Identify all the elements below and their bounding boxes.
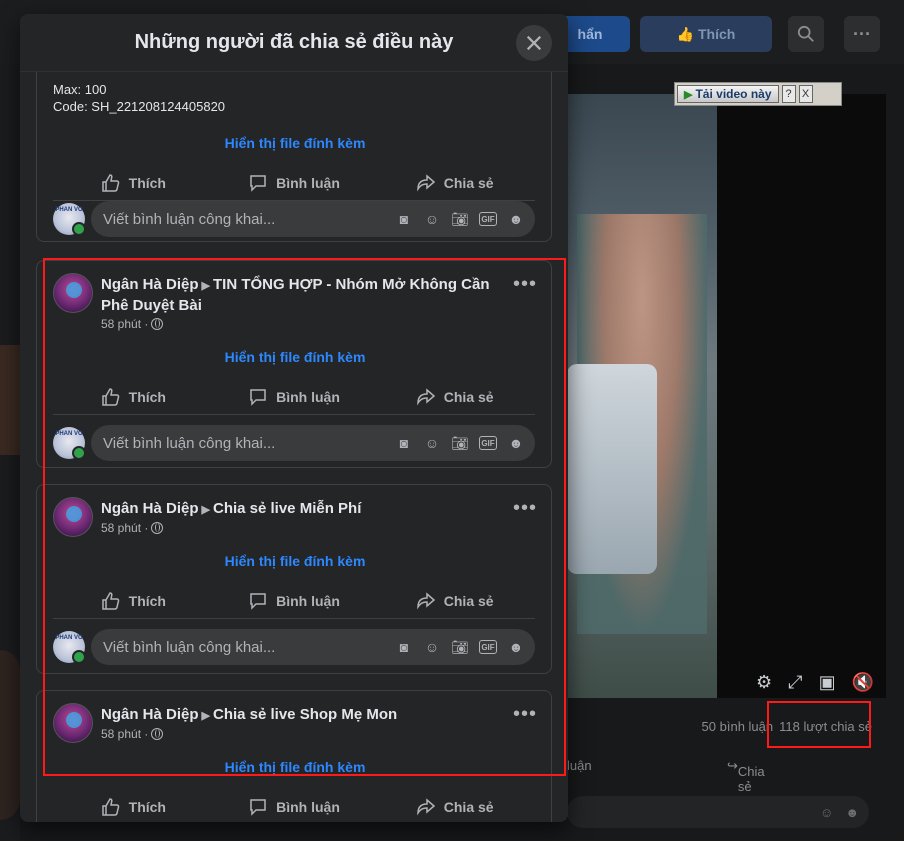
share-icon — [417, 797, 435, 815]
dialog-header: Những người đã chia sẻ điều này — [20, 14, 568, 72]
sticker-icon: ☺ — [820, 804, 834, 820]
emoji-icon[interactable]: ☺ — [423, 210, 441, 228]
fullscreen-icon[interactable]: ⤢ — [788, 672, 802, 693]
share-button[interactable]: Chia sẻ — [374, 165, 535, 200]
post-actions: Thích Bình luận Chia sẻ — [53, 165, 535, 201]
sticker-icon[interactable]: ◙ — [395, 210, 413, 228]
gif-icon[interactable]: GIF — [479, 212, 497, 226]
comment-icon — [250, 798, 266, 816]
like-label: Thích — [128, 174, 166, 191]
comment-input[interactable]: Viết bình luận công khai... ◙ ☺ 📷︎ GIF ☻ — [91, 201, 535, 237]
share-card: Max: 100 Code: SH_221208124405820 Hiển t… — [36, 72, 552, 242]
thumbs-up-icon — [101, 797, 119, 816]
post-actions: Thích Bình luận Chia sẻ — [53, 789, 535, 822]
share-button[interactable]: Chia sẻ — [374, 789, 535, 822]
video-letterbox — [717, 94, 886, 698]
avatar[interactable]: PHAN VO — [53, 203, 86, 236]
download-video-widget: ▶ Tải video này ? X — [674, 82, 842, 106]
comment-label: Bình luận — [276, 174, 340, 191]
post-text-line: Max: 100 — [53, 82, 107, 97]
comment-button[interactable]: Bình luận — [214, 165, 375, 200]
widget-close-button[interactable]: X — [798, 85, 813, 103]
background-search-button[interactable] — [788, 16, 824, 52]
share-icon — [417, 173, 435, 191]
background-left-photo-bottom — [0, 650, 20, 820]
pip-icon[interactable]: ▣ — [819, 672, 836, 693]
video-bottle — [567, 364, 657, 574]
like-button[interactable]: Thích — [53, 165, 214, 200]
close-button[interactable] — [516, 25, 552, 61]
background-more-button[interactable]: ··· — [844, 16, 880, 52]
show-attachment-link[interactable]: Hiển thị file đính kèm — [37, 135, 553, 151]
background-left-photo — [0, 345, 20, 455]
emoji-icon: ☻ — [845, 804, 859, 820]
video-controls: ⚙ ⤢ ▣ 🔇 — [567, 666, 886, 698]
like-button[interactable]: Thích — [53, 789, 214, 822]
more-icon: ··· — [853, 23, 871, 44]
background-like-label: Thích — [697, 26, 736, 42]
camera-icon[interactable]: 📷︎ — [451, 210, 469, 228]
mute-icon[interactable]: 🔇 — [852, 672, 874, 693]
help-button[interactable]: ? — [781, 85, 796, 103]
like-label: Thích — [128, 798, 166, 815]
background-share-action[interactable]: ↪ Chia sẻ — [727, 758, 765, 794]
comment-placeholder: Viết bình luận công khai... — [103, 210, 276, 228]
thumbs-up-icon — [101, 173, 119, 192]
share-label: Chia sẻ — [443, 798, 494, 815]
dialog-title: Những người đã chia sẻ điều này — [134, 31, 454, 53]
settings-icon[interactable]: ⚙ — [756, 672, 772, 693]
avatar-sticker-icon[interactable]: ☻ — [507, 210, 525, 228]
comment-row: PHAN VO Viết bình luận công khai... ◙ ☺ … — [53, 201, 535, 237]
background-actions: luận ↪ Chia sẻ — [567, 752, 886, 794]
comment-count[interactable]: 50 bình luận — [702, 719, 774, 734]
post-text: Max: 100 Code: SH_221208124405820 — [53, 81, 225, 115]
background-share-label: Chia sẻ — [737, 764, 765, 794]
comment-label: Bình luận — [276, 798, 340, 815]
highlight-box-shares — [767, 701, 871, 748]
comment-button[interactable]: Bình luận — [214, 789, 375, 822]
like-icon: 👍 — [676, 25, 695, 42]
background-comment-action[interactable]: luận — [567, 758, 592, 773]
download-video-button[interactable]: ▶ Tải video này — [677, 85, 779, 103]
background-like-button[interactable]: 👍 Thích — [640, 16, 772, 52]
background-video[interactable] — [567, 94, 886, 698]
play-icon: ▶ — [684, 88, 693, 101]
search-icon — [797, 25, 814, 42]
post-text-line: Code: SH_221208124405820 — [53, 99, 226, 114]
download-video-label: Tải video này — [695, 87, 772, 101]
share-label: Chia sẻ — [443, 174, 494, 191]
comment-icon — [250, 174, 266, 192]
background-comment-box[interactable]: ☺ ☻ — [567, 796, 869, 828]
highlight-box-shares-list — [43, 258, 566, 776]
close-icon — [526, 35, 542, 51]
